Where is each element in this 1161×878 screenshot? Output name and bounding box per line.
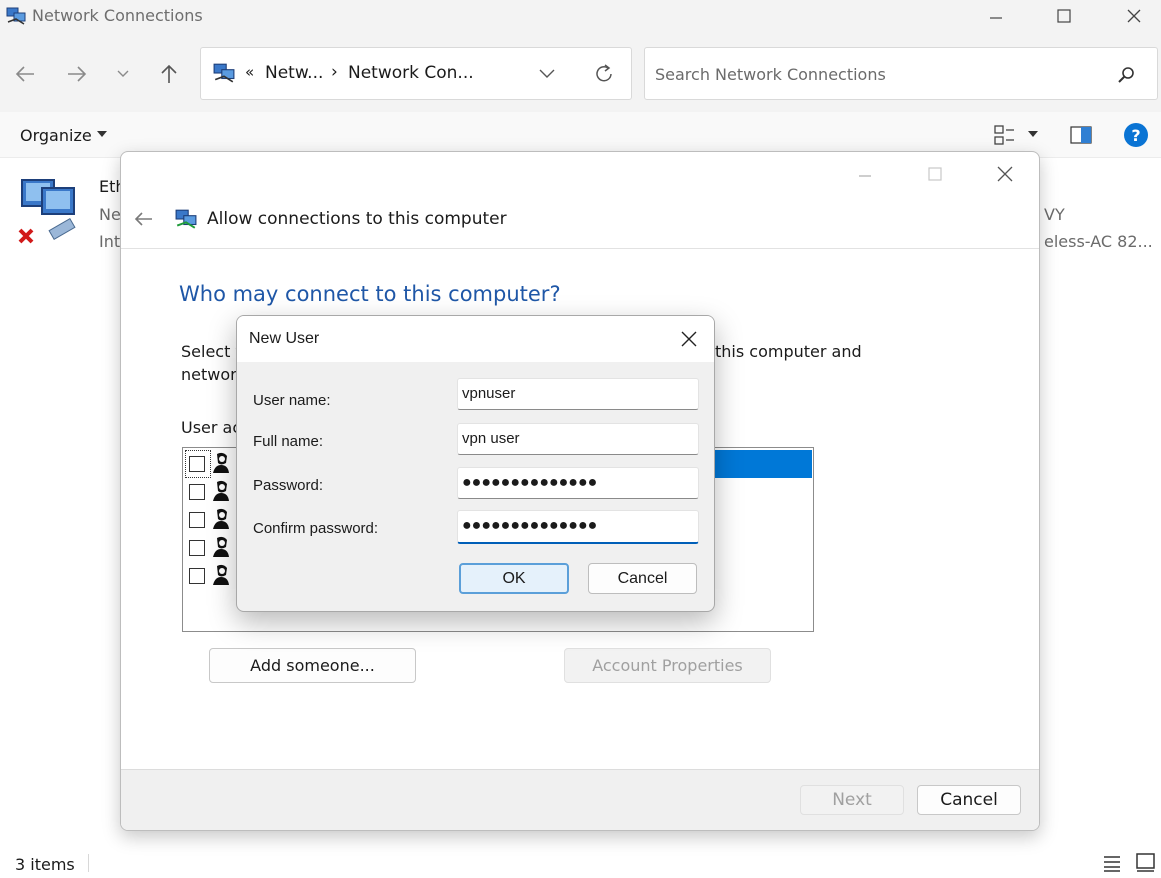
- forward-button[interactable]: [62, 56, 92, 92]
- adapter-status: Ne: [99, 205, 121, 224]
- user-checkbox[interactable]: [189, 512, 205, 528]
- description-text-left-2: networ: [181, 365, 237, 384]
- password-field[interactable]: ●●●●●●●●●●●●●●: [457, 467, 699, 499]
- window-title: Network Connections: [32, 6, 203, 25]
- status-bar: 3 items: [0, 848, 1161, 878]
- breadcrumb-item-network[interactable]: Netw...: [265, 63, 323, 83]
- preview-pane-icon[interactable]: [1070, 125, 1092, 145]
- up-button[interactable]: [154, 56, 184, 92]
- back-arrow-icon[interactable]: [133, 210, 153, 228]
- user-name-label: User name:: [253, 392, 331, 409]
- ethernet-adapter-icon[interactable]: [18, 178, 80, 248]
- caret-down-icon[interactable]: [97, 131, 107, 139]
- arrow-right-icon: [68, 66, 87, 82]
- caret-down-icon[interactable]: [1028, 131, 1038, 139]
- network-connections-icon: [175, 209, 197, 229]
- cancel-button[interactable]: Cancel: [588, 563, 697, 594]
- maximize-button[interactable]: [1040, 0, 1088, 32]
- breadcrumb-item-network-connections[interactable]: Network Con...: [348, 63, 474, 83]
- page-heading: Who may connect to this computer?: [179, 282, 561, 306]
- dialog-title: New User: [249, 330, 320, 347]
- breadcrumb-overflow[interactable]: «: [245, 63, 254, 81]
- user-checkbox[interactable]: [189, 484, 205, 500]
- wizard-cancel-button[interactable]: Cancel: [917, 785, 1021, 815]
- view-options-icon[interactable]: [994, 124, 1016, 146]
- address-bar[interactable]: « Netw... › Network Con...: [200, 47, 632, 100]
- network-connections-icon: [213, 63, 235, 83]
- user-account-icon: [213, 564, 229, 585]
- confirm-password-label: Confirm password:: [253, 520, 379, 537]
- description-text-right-1: this computer and: [715, 342, 862, 361]
- add-someone-button[interactable]: Add someone...: [209, 648, 416, 683]
- wizard-maximize-button: [911, 158, 959, 190]
- maximize-icon: [928, 167, 942, 181]
- selected-row-highlight: [708, 450, 812, 478]
- user-account-icon: [213, 452, 229, 473]
- arrow-up-icon: [161, 64, 177, 83]
- minimize-button[interactable]: [972, 0, 1020, 32]
- description-text-left-1: Select t: [181, 342, 242, 361]
- wizard-footer: Next Cancel: [121, 769, 1039, 830]
- full-name-field[interactable]: vpn user: [457, 423, 699, 455]
- search-icon[interactable]: [1117, 65, 1137, 85]
- user-account-icon: [213, 536, 229, 557]
- details-view-icon[interactable]: [1102, 853, 1122, 873]
- password-label: Password:: [253, 477, 324, 494]
- wizard-header-title: Allow connections to this computer: [207, 209, 507, 229]
- user-account-icon: [213, 480, 229, 501]
- new-user-title-bar: New User: [237, 316, 714, 362]
- header-divider: [121, 248, 1039, 249]
- adapter-device: Int: [99, 232, 121, 251]
- account-properties-button: Account Properties: [564, 648, 771, 683]
- close-icon[interactable]: [680, 330, 698, 348]
- wifi-adapter-status: VY: [1044, 205, 1065, 224]
- item-count: 3 items: [15, 855, 75, 874]
- new-user-dialog: New User User name: vpnuser Full name: v…: [236, 315, 715, 612]
- refresh-icon[interactable]: [593, 63, 615, 85]
- network-connections-icon: [6, 7, 26, 25]
- recent-locations-button[interactable]: [108, 56, 138, 92]
- svg-text:?: ?: [1131, 126, 1140, 145]
- back-button[interactable]: [10, 56, 40, 92]
- arrow-left-icon: [15, 66, 34, 82]
- confirm-password-field[interactable]: ●●●●●●●●●●●●●●: [457, 510, 699, 544]
- user-checkbox[interactable]: [189, 540, 205, 556]
- minimize-icon: [990, 17, 1002, 19]
- wifi-adapter-device: eless-AC 82...: [1044, 232, 1153, 251]
- user-account-icon: [213, 508, 229, 529]
- close-icon: [997, 166, 1013, 182]
- next-button: Next: [800, 785, 904, 815]
- search-box[interactable]: Search Network Connections: [644, 47, 1158, 100]
- close-icon: [1127, 9, 1141, 23]
- wizard-minimize-button: [841, 158, 889, 190]
- user-checkbox[interactable]: [189, 568, 205, 584]
- ok-button[interactable]: OK: [459, 563, 569, 594]
- user-name-field[interactable]: vpnuser: [457, 378, 699, 410]
- maximize-icon: [1057, 9, 1071, 23]
- organize-menu[interactable]: Organize: [20, 126, 92, 145]
- user-accounts-label: User ac: [181, 418, 242, 437]
- search-placeholder[interactable]: Search Network Connections: [655, 65, 886, 84]
- wizard-close-button[interactable]: [981, 158, 1029, 190]
- full-name-label: Full name:: [253, 433, 324, 450]
- close-button[interactable]: [1110, 0, 1158, 32]
- explorer-title-bar: Network Connections: [0, 0, 1161, 32]
- minimize-icon: [859, 175, 871, 177]
- user-checkbox[interactable]: [189, 456, 205, 472]
- help-icon[interactable]: ?: [1123, 122, 1149, 148]
- chevron-down-icon: [117, 70, 129, 77]
- large-icons-view-icon[interactable]: [1135, 852, 1157, 874]
- status-divider: [88, 854, 89, 872]
- chevron-down-icon[interactable]: [539, 68, 555, 80]
- breadcrumb-separator: ›: [331, 62, 338, 82]
